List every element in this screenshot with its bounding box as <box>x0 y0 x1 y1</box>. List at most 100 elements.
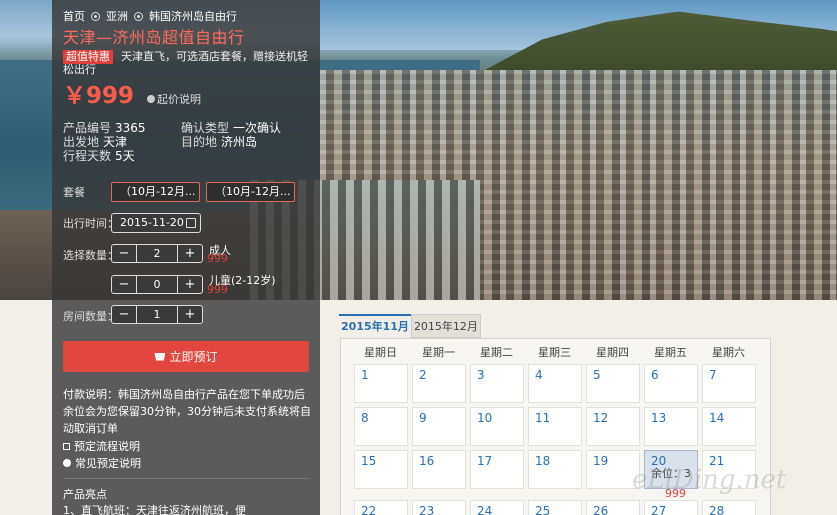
calendar-day-cell[interactable]: 25 <box>528 500 582 515</box>
price-note-label: 起价说明 <box>157 93 201 106</box>
promo-badge: 超值特惠 <box>63 50 113 64</box>
room-stepper: − 1 + <box>111 305 203 324</box>
calendar-day-number: 8 <box>361 411 369 425</box>
child-minus-button[interactable]: − <box>112 276 136 293</box>
room-minus-button[interactable]: − <box>112 306 136 323</box>
info-destination-value: 济州岛 <box>221 135 258 149</box>
breadcrumb-separator-icon <box>134 11 143 21</box>
calendar-day-number: 15 <box>361 454 377 468</box>
book-now-label: 立即预订 <box>169 350 218 364</box>
package-option-1[interactable]: （10月-12月... <box>111 182 200 202</box>
info-days: 行程天数 5天 <box>63 147 135 164</box>
calendar-day-cell[interactable]: 22 <box>354 500 408 515</box>
package-label: 套餐 <box>63 186 85 199</box>
info-circle-icon <box>63 459 71 467</box>
calendar-day-cell[interactable]: 12 <box>586 407 640 446</box>
calendar-day-number: 2 <box>419 368 427 382</box>
calendar-day-cell[interactable]: 26 <box>586 500 640 515</box>
calendar-day-cell[interactable]: 10 <box>470 407 524 446</box>
calendar-day-cell[interactable]: 8 <box>354 407 408 446</box>
tab-december[interactable]: 2015年12月 <box>410 314 481 338</box>
adult-minus-button[interactable]: − <box>112 245 136 262</box>
date-input[interactable]: 2015-11-20 <box>111 213 201 233</box>
info-days-value: 5天 <box>115 149 135 163</box>
calendar-day-cell[interactable]: 28 <box>702 500 756 515</box>
calendar-icon[interactable] <box>186 218 196 228</box>
highlights-text: 1、直飞航班：天津往返济州航班，便 <box>63 504 246 515</box>
room-quantity[interactable]: 1 <box>136 306 178 323</box>
calendar-day-number: 1 <box>361 368 369 382</box>
calendar-day-cell[interactable]: 24 <box>470 500 524 515</box>
calendar-day-number: 12 <box>593 411 609 425</box>
calendar-day-cell[interactable]: 6 <box>644 364 698 403</box>
calendar-day-cell[interactable]: 13 <box>644 407 698 446</box>
calendar-day-number: 18 <box>535 454 551 468</box>
adult-plus-button[interactable]: + <box>178 245 202 262</box>
calendar-day-number: 3 <box>477 368 485 382</box>
calendar-day-cell[interactable]: 14 <box>702 407 756 446</box>
breadcrumb-asia[interactable]: 亚洲 <box>106 8 128 24</box>
price-note-link[interactable]: 起价说明 <box>147 91 201 107</box>
booking-process-link[interactable]: 预定流程说明 <box>63 438 140 454</box>
calendar-day-cell[interactable]: 11 <box>528 407 582 446</box>
calendar-weekday-header: 星期三 <box>538 346 571 359</box>
calendar-day-cell[interactable]: 2 <box>412 364 466 403</box>
child-quantity[interactable]: 0 <box>136 276 178 293</box>
calendar-day-cell[interactable]: 18 <box>528 450 582 489</box>
info-icon <box>147 95 155 103</box>
book-now-button[interactable]: 立即预订 <box>63 341 309 372</box>
calendar-day-cell[interactable]: 7 <box>702 364 756 403</box>
faq-link[interactable]: 常见预定说明 <box>63 455 141 471</box>
calendar-day-number: 19 <box>593 454 609 468</box>
calendar-day-number: 9 <box>419 411 427 425</box>
calendar-day-number: 13 <box>651 411 667 425</box>
calendar-day-cell[interactable]: 4 <box>528 364 582 403</box>
calendar-day-cell[interactable]: 15 <box>354 450 408 489</box>
divider <box>63 478 309 479</box>
calendar-day-cell[interactable]: 9 <box>412 407 466 446</box>
room-label: 房间数量： <box>63 310 118 323</box>
calendar-day-number: 27 <box>651 504 667 515</box>
calendar-day-cell[interactable]: 23 <box>412 500 466 515</box>
product-title: 天津—济州岛超值自由行 <box>63 28 245 47</box>
calendar-day-cell[interactable]: 1 <box>354 364 408 403</box>
calendar-day-number: 5 <box>593 368 601 382</box>
watermark: eLiDing.net <box>632 465 787 495</box>
highlights-title: 产品亮点 <box>63 488 107 501</box>
payment-note: 付款说明：韩国济州岛自由行产品在您下单成功后余位会为您保留30分钟，30分钟后未… <box>63 388 311 435</box>
calendar-weekday-header: 星期五 <box>654 346 687 359</box>
adult-quantity[interactable]: 2 <box>136 245 178 262</box>
package-option-2[interactable]: （10月-12月... <box>206 182 295 202</box>
calendar-day-number: 26 <box>593 504 609 515</box>
calendar-day-cell[interactable]: 17 <box>470 450 524 489</box>
document-icon <box>63 442 70 450</box>
date-label: 出行时间： <box>63 217 118 230</box>
calendar-day-cell[interactable]: 5 <box>586 364 640 403</box>
booking-process-label: 预定流程说明 <box>74 440 140 453</box>
quantity-label: 选择数量： <box>63 249 118 262</box>
calendar-day-cell[interactable]: 16 <box>412 450 466 489</box>
adult-price: 999 <box>207 252 228 265</box>
info-days-label: 行程天数 <box>63 149 112 163</box>
calendar-day-cell[interactable]: 3 <box>470 364 524 403</box>
room-plus-button[interactable]: + <box>178 306 202 323</box>
breadcrumb-home[interactable]: 首页 <box>63 8 85 24</box>
calendar-day-number: 25 <box>535 504 551 515</box>
adult-stepper: − 2 + <box>111 244 203 263</box>
cart-icon <box>154 352 166 361</box>
calendar-day-number: 22 <box>361 504 377 515</box>
calendar-weekday-header: 星期四 <box>596 346 629 359</box>
calendar-day-number: 28 <box>709 504 725 515</box>
tab-november[interactable]: 2015年11月 <box>339 314 411 338</box>
breadcrumb-current[interactable]: 韩国济州岛自由行 <box>149 8 237 24</box>
calendar-day-number: 14 <box>709 411 725 425</box>
calendar-day-number: 16 <box>419 454 435 468</box>
calendar-day-number: 11 <box>535 411 551 425</box>
calendar-day-cell[interactable]: 27 <box>644 500 698 515</box>
calendar-day-number: 23 <box>419 504 435 515</box>
calendar-day-number: 10 <box>477 411 493 425</box>
child-plus-button[interactable]: + <box>178 276 202 293</box>
calendar-day-number: 17 <box>477 454 493 468</box>
calendar-weekday-header: 星期一 <box>422 346 455 359</box>
price: ￥999 <box>63 83 135 109</box>
